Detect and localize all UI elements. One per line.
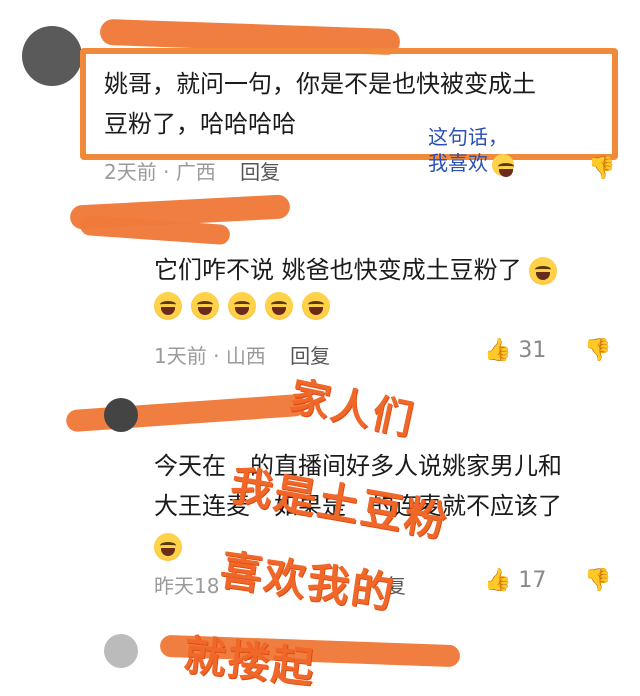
- comment-3-time: 昨天18: [154, 574, 220, 598]
- thumbs-up-icon: 👍: [484, 338, 512, 363]
- avatar[interactable]: [104, 398, 138, 432]
- smile-emoji-icon: [492, 153, 514, 177]
- comment-1-line-2: 豆粉了，哈哈哈哈: [104, 110, 296, 138]
- like-count: 17: [518, 568, 547, 593]
- like-button[interactable]: 👍 17: [484, 568, 546, 593]
- comment-2-text: 它们咋不说 姚爸也快变成土豆粉了: [154, 250, 624, 290]
- comment-2-location: 山西: [225, 344, 266, 368]
- comment-1-time: 2天前: [104, 160, 157, 184]
- laugh-cry-emoji-icon: [302, 292, 331, 320]
- comment-2-line: 它们咋不说 姚爸也快变成土豆粉了: [154, 256, 522, 284]
- like-count: 31: [518, 338, 547, 363]
- thumbs-up-icon: 👍: [484, 568, 512, 593]
- avatar[interactable]: [104, 634, 138, 668]
- laugh-cry-emoji-icon: [191, 292, 220, 320]
- overlay-line-4: 就搂起: [181, 630, 318, 693]
- comment-1-line-1: 姚哥，就问一句，你是不是也快被变成土: [104, 70, 536, 98]
- like-button[interactable]: 👍 31: [484, 338, 546, 363]
- avatar[interactable]: [22, 26, 82, 86]
- username-scribble: [65, 393, 307, 433]
- laugh-cry-emoji-icon: [228, 292, 257, 320]
- dislike-icon[interactable]: 👎: [588, 156, 615, 181]
- comment-2-time: 1天前: [154, 344, 207, 368]
- emoji-row: [154, 292, 334, 320]
- note-line-1: 这句话，: [428, 125, 508, 149]
- handwritten-note: 这句话， 我喜欢: [428, 124, 518, 177]
- note-line-2: 我喜欢: [428, 150, 518, 177]
- dislike-icon[interactable]: 👎: [584, 338, 611, 363]
- laugh-cry-emoji-icon: [154, 292, 182, 320]
- comment-1-meta: 2天前 · 广西 回复: [104, 160, 281, 184]
- laugh-cry-emoji-icon: [154, 533, 182, 561]
- comment-1-text: 姚哥，就问一句，你是不是也快被变成土 豆粉了，哈哈哈哈: [104, 64, 604, 144]
- laugh-cry-emoji-icon: [529, 257, 558, 285]
- comment-1-location: 广西: [175, 160, 216, 184]
- overlay-line-1: 家人们: [285, 373, 419, 445]
- dislike-icon[interactable]: 👎: [584, 568, 611, 593]
- reply-button[interactable]: 回复: [240, 160, 280, 184]
- laugh-cry-emoji-icon: [265, 292, 294, 320]
